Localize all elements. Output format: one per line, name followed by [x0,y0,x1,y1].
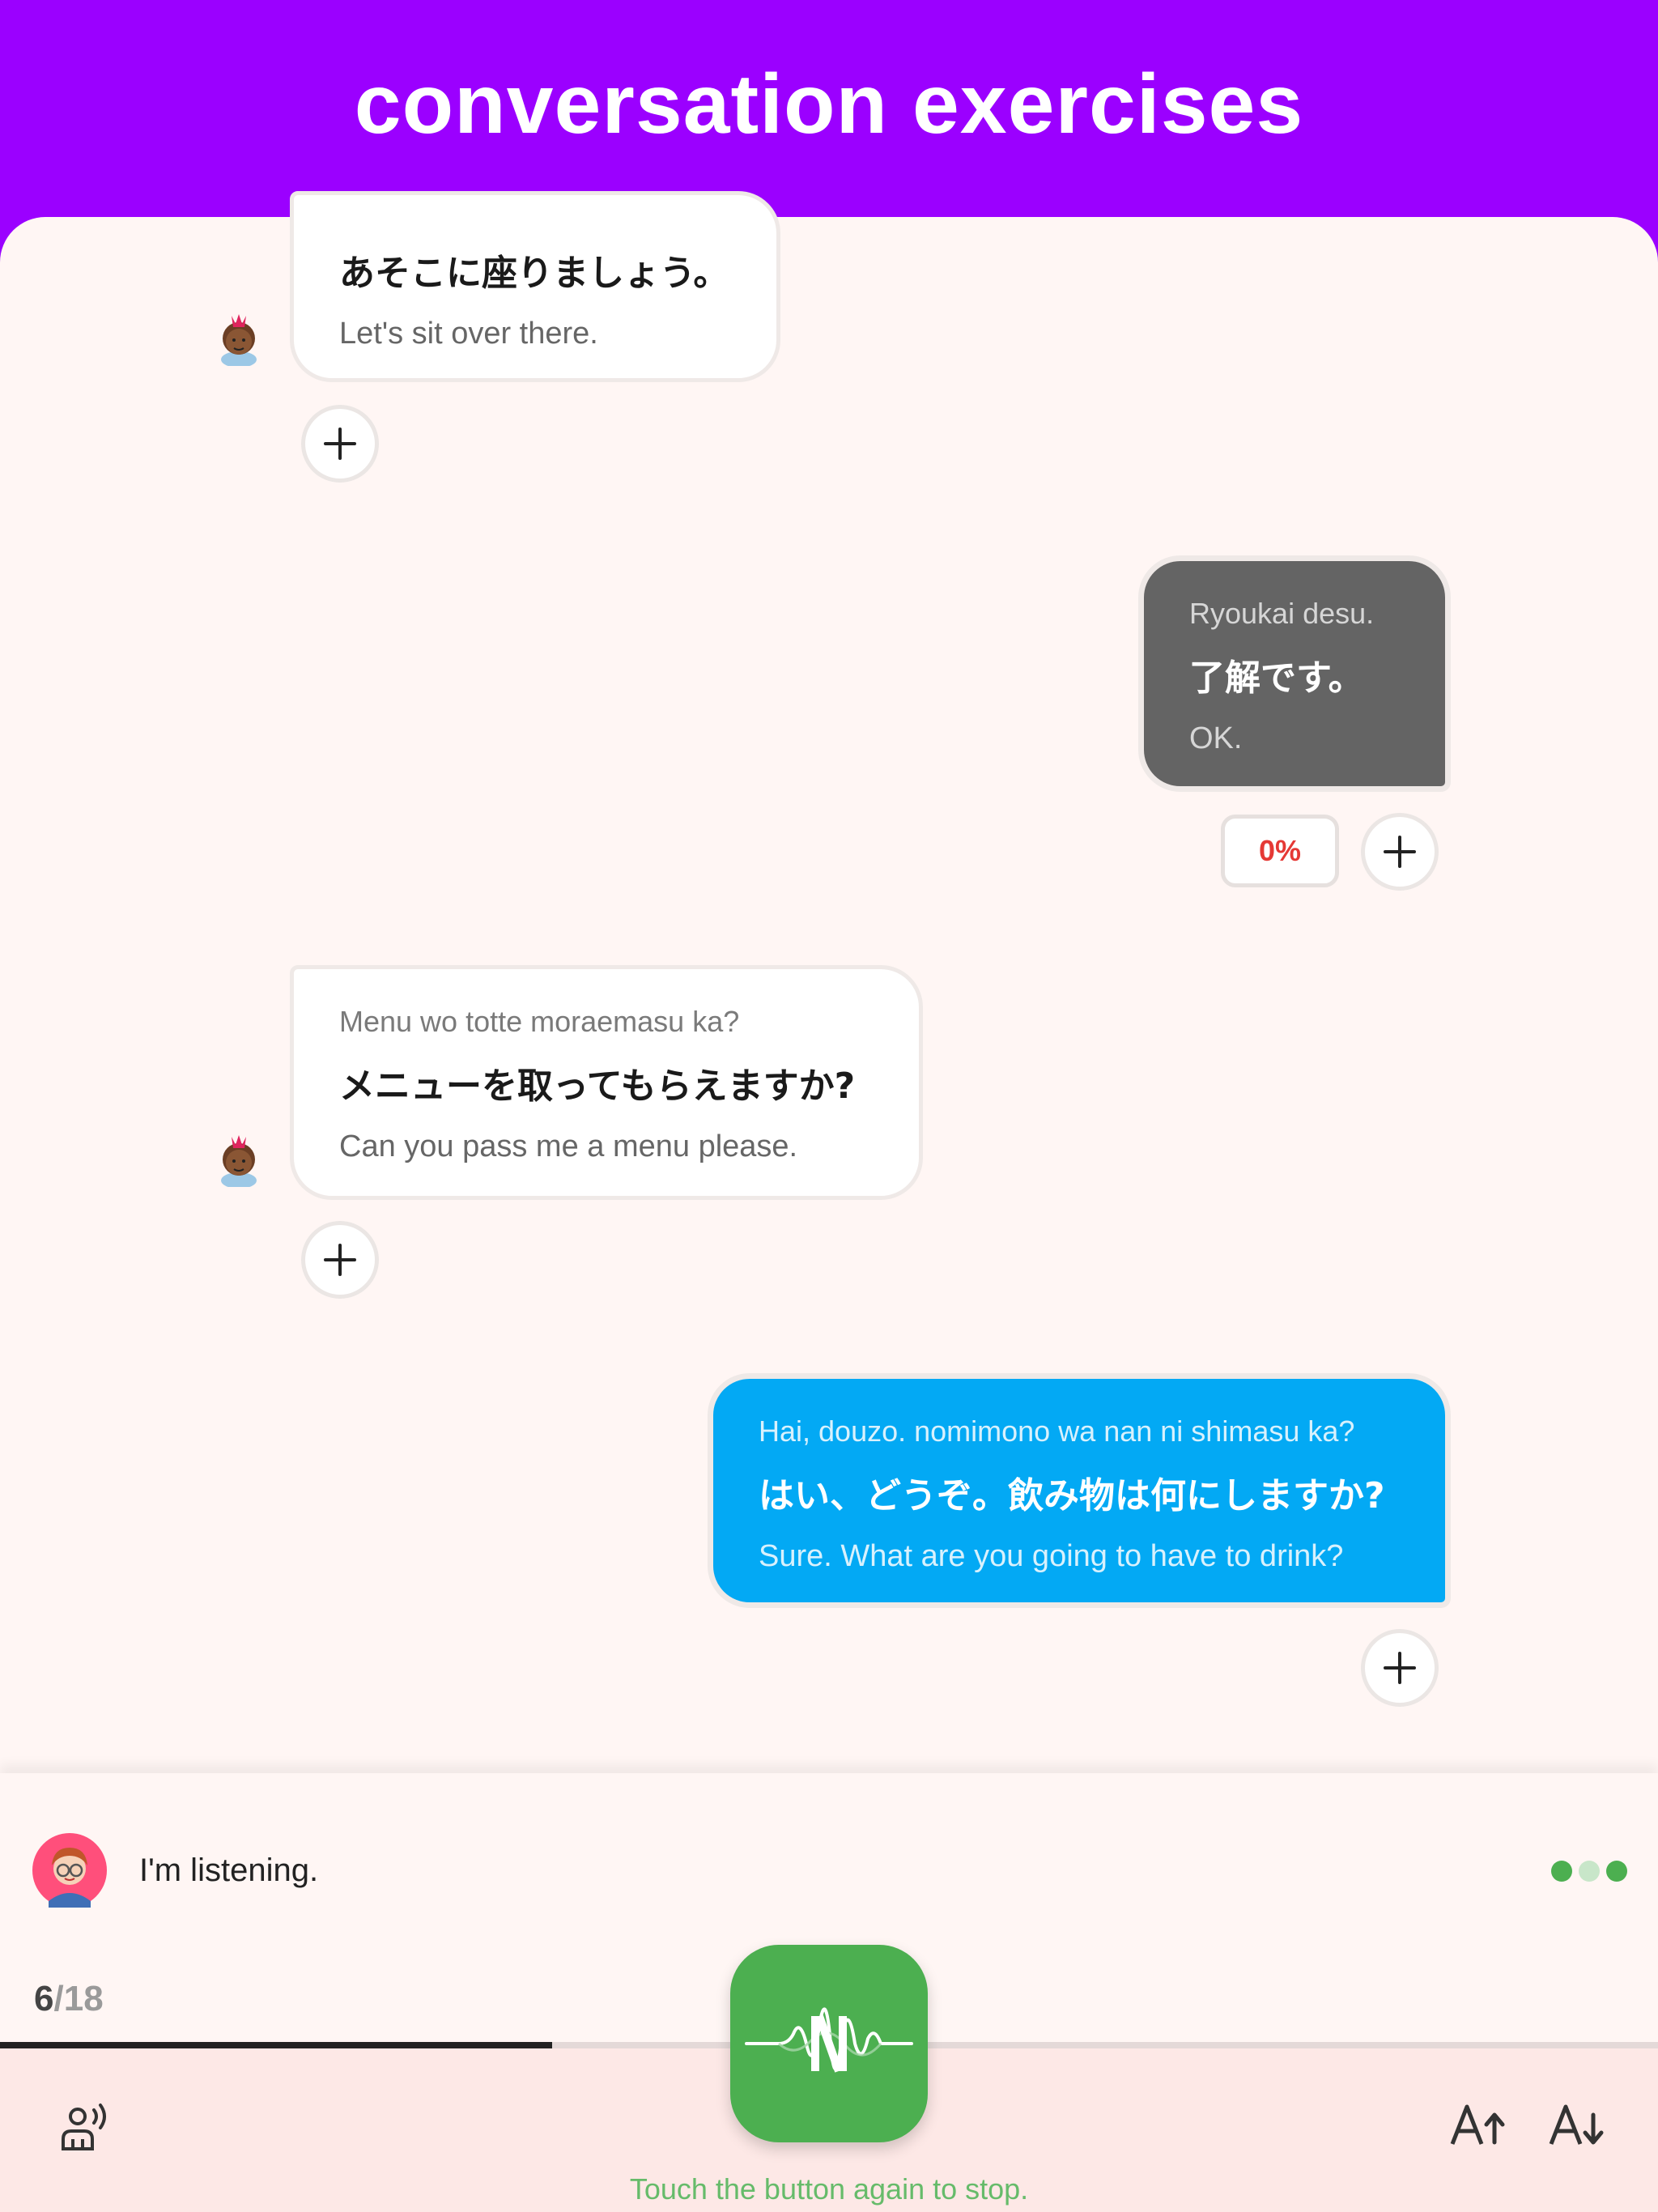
page-title: conversation exercises [354,57,1304,151]
message-japanese: 了解です。 [1189,657,1364,699]
message-bubble[interactable]: Menu wo totte moraemasu ka? メニューを取ってもらえま… [290,965,923,1200]
indicator-dot [1579,1861,1600,1882]
message-english: OK. [1189,721,1243,755]
add-phrase-button[interactable] [1361,813,1439,891]
message-romaji: Hai, douzo. nomimono wa nan ni shimasu k… [759,1414,1355,1448]
tutor-avatar [32,1833,107,1908]
plus-icon [324,1244,356,1276]
progress-total: 18 [63,1979,104,2018]
message-english: Can you pass me a menu please. [339,1129,798,1163]
add-phrase-button[interactable] [301,405,379,483]
progress-bar-fill [0,2042,552,2048]
plus-icon [1384,836,1416,868]
font-size-decrease-button[interactable] [1548,2100,1605,2149]
npc-avatar [209,306,269,366]
message-romaji: Ryoukai desu. [1189,597,1375,630]
message-japanese: はい、どうぞ。飲み物は何にしますか? [759,1475,1385,1516]
message-bubble[interactable]: Hai, douzo. nomimono wa nan ni shimasu k… [708,1373,1451,1608]
indicator-dot [1551,1861,1572,1882]
speaker-voice-button[interactable] [57,2099,113,2155]
message-bubble[interactable]: あそこに座りましょう。 Let's sit over there. [290,191,780,382]
progress-current: 6 [34,1979,54,2018]
speaker-voice-icon [62,2104,106,2150]
message-romaji: Menu wo totte moraemasu ka? [339,1005,740,1038]
message-bubble[interactable]: Ryoukai desu. 了解です。 OK. [1138,555,1451,792]
listening-indicator [1551,1861,1627,1882]
message-english: Sure. What are you going to have to drin… [759,1539,1344,1573]
add-phrase-button[interactable] [1361,1629,1439,1707]
font-size-increase-button[interactable] [1449,2100,1506,2149]
font-size-decrease-icon [1549,2104,1604,2145]
add-phrase-button[interactable] [301,1221,379,1299]
font-size-increase-icon [1450,2104,1505,2145]
message-japanese: あそこに座りましょう。 [339,253,729,294]
pronunciation-score-badge[interactable]: 0% [1221,815,1339,887]
waveform-icon [745,2007,913,2073]
record-button[interactable] [730,1945,928,2142]
message-japanese: メニューを取ってもらえますか? [339,1066,856,1107]
plus-icon [324,428,356,460]
progress-counter: 6/18 [34,1979,104,2019]
indicator-dot [1606,1861,1627,1882]
npc-avatar [209,1127,269,1187]
progress-separator: / [53,1979,64,2018]
record-hint: Touch the button again to stop. [629,2172,1029,2206]
message-english: Let's sit over there. [339,317,598,351]
status-message: I'm listening. [139,1853,319,1888]
app-header: conversation exercises [0,0,1658,235]
plus-icon [1384,1652,1416,1684]
